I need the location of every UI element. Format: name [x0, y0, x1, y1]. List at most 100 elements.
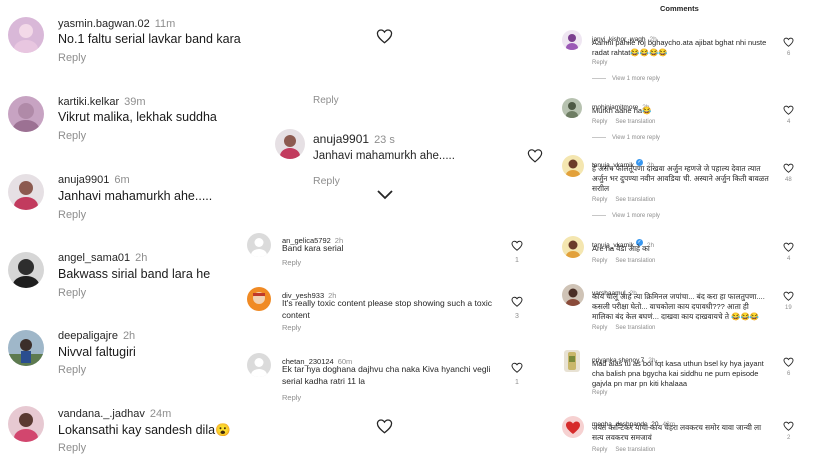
- like-count: 3: [515, 313, 519, 320]
- comment-actions: Reply: [592, 390, 615, 396]
- avatar[interactable]: [564, 350, 580, 372]
- chevron-down-icon: [377, 190, 393, 200]
- avatar[interactable]: [562, 30, 582, 50]
- heart-outline-icon: [376, 29, 393, 44]
- like-button[interactable]: [783, 421, 794, 431]
- heart-outline-icon: [511, 362, 523, 373]
- reply-button[interactable]: Reply: [592, 447, 607, 453]
- like-count: 4: [787, 256, 791, 262]
- like-button[interactable]: [783, 37, 794, 47]
- avatar[interactable]: [562, 98, 582, 118]
- heart-outline-icon: [783, 357, 794, 367]
- comment-header: anuja9901 6m: [58, 170, 130, 188]
- like-count: 1: [515, 257, 519, 264]
- username[interactable]: vandana._.jadhav: [58, 408, 145, 420]
- expand-replies-button[interactable]: [376, 188, 394, 206]
- heart-outline-icon: [783, 242, 794, 252]
- username[interactable]: angel_sama01: [58, 252, 130, 264]
- reply-button[interactable]: Reply: [592, 119, 607, 125]
- see-translation-button[interactable]: See translation: [615, 258, 655, 264]
- like-button[interactable]: [783, 357, 794, 367]
- reply-button[interactable]: Reply: [58, 364, 86, 376]
- avatar[interactable]: [8, 330, 44, 366]
- comment-actions: Reply See translation: [592, 119, 663, 125]
- view-replies-button[interactable]: View 1 more reply: [592, 135, 660, 141]
- comment-text: No.1 faltu serial lavkar band kara: [58, 32, 241, 46]
- reply-button[interactable]: Reply: [282, 258, 301, 267]
- reply-button[interactable]: Reply: [592, 390, 607, 396]
- like-button[interactable]: [511, 296, 523, 307]
- comments-panel-right: Comments janvi_kishor_wagh 2h Aamhi pahil…: [552, 0, 830, 466]
- comment-text: It's really toxic content please stop sh…: [282, 298, 492, 320]
- avatar[interactable]: [8, 252, 44, 288]
- comment-text: हे असंच फालतूपणा दाखवा अर्जुन म्हणजे जे …: [592, 164, 769, 193]
- like-button[interactable]: [527, 148, 543, 163]
- timestamp: 11m: [154, 18, 176, 30]
- avatar[interactable]: [275, 129, 305, 159]
- reply-button[interactable]: Reply: [592, 60, 607, 66]
- comment-text: जयंत कान्टिकर यांचा काय चेहरा लवकरच समोर…: [592, 423, 762, 442]
- reply-button[interactable]: Reply: [58, 287, 86, 299]
- view-replies-button[interactable]: View 1 more reply: [592, 76, 660, 82]
- reply-button[interactable]: Reply: [58, 442, 86, 454]
- like-button[interactable]: [783, 163, 794, 173]
- reply-button[interactable]: Reply: [58, 52, 86, 64]
- like-button[interactable]: [783, 105, 794, 115]
- comment-actions: Reply See translation: [592, 447, 663, 453]
- avatar[interactable]: [8, 174, 44, 210]
- avatar[interactable]: [8, 96, 44, 132]
- see-translation-button[interactable]: See translation: [615, 447, 655, 453]
- reply-button[interactable]: Reply: [592, 197, 607, 203]
- like-button[interactable]: [511, 362, 523, 373]
- comment-text: Nivval faltugiri: [58, 345, 136, 359]
- avatar[interactable]: [562, 284, 584, 306]
- comment-text: Mad alas tu as bol fqt kasa uthun bsel k…: [592, 359, 764, 388]
- comment-actions: Reply See translation: [592, 197, 663, 203]
- see-translation-button[interactable]: See translation: [615, 119, 655, 125]
- avatar[interactable]: [562, 416, 584, 438]
- reply-button[interactable]: Reply: [592, 325, 607, 331]
- comment-text: Janhavi mahamurkh ahe.....: [313, 150, 455, 162]
- comment-text: Janhavi mahamurkh ahe.....: [58, 189, 213, 203]
- avatar[interactable]: [562, 236, 584, 258]
- reply-button[interactable]: Reply: [58, 209, 86, 221]
- view-replies-button[interactable]: View 1 more reply: [592, 213, 660, 219]
- comments-panel-left: yasmin.bagwan.02 11m No.1 faltu serial la…: [0, 0, 245, 466]
- username[interactable]: deepaligajre: [58, 330, 118, 342]
- like-button[interactable]: [783, 242, 794, 252]
- avatar[interactable]: [247, 287, 271, 311]
- username[interactable]: anuja9901: [313, 132, 369, 146]
- like-count: 4: [787, 119, 791, 125]
- username[interactable]: kartiki.kelkar: [58, 96, 119, 108]
- comment-text: Bakwass sirial band lara he: [58, 267, 211, 281]
- like-count: 48: [785, 177, 792, 183]
- comment-header: anuja9901 23 s: [313, 130, 395, 148]
- like-button[interactable]: [783, 291, 794, 301]
- avatar[interactable]: [8, 406, 44, 442]
- reply-button[interactable]: Reply: [58, 130, 86, 142]
- reply-button[interactable]: Reply: [313, 175, 340, 187]
- see-translation-button[interactable]: See translation: [615, 197, 655, 203]
- heart-outline-icon: [783, 163, 794, 173]
- timestamp: 23 s: [374, 134, 395, 146]
- username[interactable]: yasmin.bagwan.02: [58, 18, 150, 30]
- like-button[interactable]: [376, 418, 393, 434]
- like-count: 19: [785, 305, 792, 311]
- reply-button[interactable]: Reply: [592, 258, 607, 264]
- username[interactable]: anuja9901: [58, 174, 109, 186]
- see-translation-button[interactable]: See translation: [615, 325, 655, 331]
- avatar[interactable]: [247, 233, 271, 257]
- reply-button[interactable]: Reply: [282, 393, 301, 402]
- avatar[interactable]: [8, 17, 44, 53]
- comment-actions: Reply See translation: [592, 258, 663, 264]
- reply-button[interactable]: Reply: [282, 323, 301, 332]
- heart-outline-icon: [527, 149, 543, 163]
- like-button[interactable]: [511, 240, 523, 251]
- comment-actions: Reply See translation: [592, 325, 663, 331]
- heart-outline-icon: [511, 240, 523, 251]
- avatar[interactable]: [562, 155, 584, 177]
- avatar[interactable]: [247, 353, 271, 377]
- like-button[interactable]: [376, 28, 393, 44]
- reply-button[interactable]: Reply: [313, 95, 339, 106]
- heart-outline-icon: [376, 419, 393, 434]
